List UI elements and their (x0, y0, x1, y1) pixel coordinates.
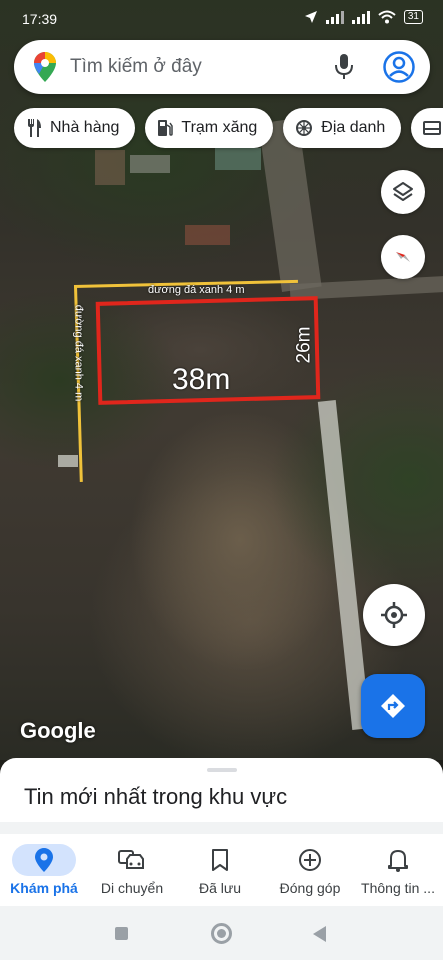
nav-label: Khám phá (10, 880, 78, 896)
nav-commute[interactable]: Di chuyển (88, 834, 176, 906)
nav-contribute[interactable]: Đóng góp (266, 834, 354, 906)
status-icons: 31 (304, 10, 423, 24)
chip-label: Nhà hàng (50, 119, 120, 136)
map-building (130, 155, 170, 173)
location-arrow-icon (304, 11, 317, 23)
depth-annotation: 26m (293, 326, 315, 364)
nav-icon-wrap (100, 844, 164, 876)
back-icon[interactable] (313, 926, 326, 942)
contribute-plus-icon (299, 849, 321, 871)
my-location-button[interactable] (363, 584, 425, 646)
road-left-annotation: đường đá xanh 4 m (72, 304, 85, 402)
google-maps-logo-icon (34, 52, 56, 82)
signal-icon (351, 11, 370, 24)
chip-label: Địa danh (321, 119, 386, 136)
battery-icon: 31 (403, 10, 423, 24)
system-navigation-bar (0, 906, 443, 960)
category-chips: Nhà hàng Trạm xăng Địa danh (14, 108, 443, 148)
bottom-navigation: Khám phá Di chuyển Đã lưu Đóng góp Thông… (0, 834, 443, 906)
compass-button[interactable] (381, 235, 425, 279)
wifi-icon (378, 10, 396, 24)
status-bar: 17:39 31 (0, 0, 443, 36)
nav-label: Di chuyển (100, 880, 164, 896)
map-object (58, 455, 78, 467)
sheet-title: Tin mới nhất trong khu vực (24, 784, 288, 809)
nav-icon-wrap (188, 844, 252, 876)
nav-label: Thông tin ... (361, 880, 435, 896)
search-input[interactable]: Tìm kiếm ở đây (70, 56, 202, 78)
gas-station-icon (158, 120, 174, 136)
landmark-icon (296, 120, 313, 136)
status-time: 17:39 (22, 11, 58, 27)
nav-label: Đã lưu (198, 880, 242, 896)
nav-icon-wrap (366, 844, 430, 876)
nav-label: Đóng góp (279, 880, 341, 896)
nav-icon-wrap (278, 844, 342, 876)
commute-car-icon (118, 850, 144, 869)
google-attribution: Google (20, 718, 96, 743)
search-bar[interactable]: Tìm kiếm ở đây (14, 40, 430, 94)
bookmark-icon (212, 849, 228, 871)
map-building (185, 225, 230, 245)
nav-icon-wrap (12, 844, 76, 876)
hotel-icon (423, 121, 442, 135)
layers-icon (393, 182, 413, 201)
home-icon[interactable] (211, 923, 232, 944)
directions-icon (381, 694, 405, 718)
width-annotation: 38m (172, 363, 231, 396)
recent-apps-icon[interactable] (115, 927, 128, 940)
my-location-icon (381, 602, 407, 628)
sheet-divider (0, 822, 443, 834)
sheet-drag-handle[interactable] (207, 768, 237, 772)
nav-explore[interactable]: Khám phá (0, 834, 88, 906)
chip-gas-stations[interactable]: Trạm xăng (145, 108, 274, 148)
nav-saved[interactable]: Đã lưu (176, 834, 264, 906)
maps-screen: đương đá xanh 4 m đường đá xanh 4 m 38m … (0, 0, 443, 960)
layers-button[interactable] (381, 170, 425, 214)
map-building (95, 150, 125, 185)
notification-bell-icon (388, 850, 408, 872)
compass-icon (396, 252, 410, 262)
microphone-icon[interactable] (334, 53, 354, 81)
chip-restaurants[interactable]: Nhà hàng (14, 108, 136, 148)
map-building (215, 148, 261, 170)
restaurant-icon (28, 119, 41, 137)
map-wall (317, 399, 371, 731)
road-top-annotation: đương đá xanh 4 m (148, 284, 245, 296)
directions-button[interactable] (361, 674, 425, 738)
explore-pin-icon (35, 848, 53, 872)
account-avatar-icon[interactable] (382, 50, 416, 84)
signal-icon (325, 11, 344, 24)
chip-hotels[interactable] (411, 108, 443, 148)
chip-landmarks[interactable]: Địa danh (283, 108, 402, 148)
chip-label: Trạm xăng (181, 119, 258, 136)
nav-updates[interactable]: Thông tin ... (354, 834, 442, 906)
